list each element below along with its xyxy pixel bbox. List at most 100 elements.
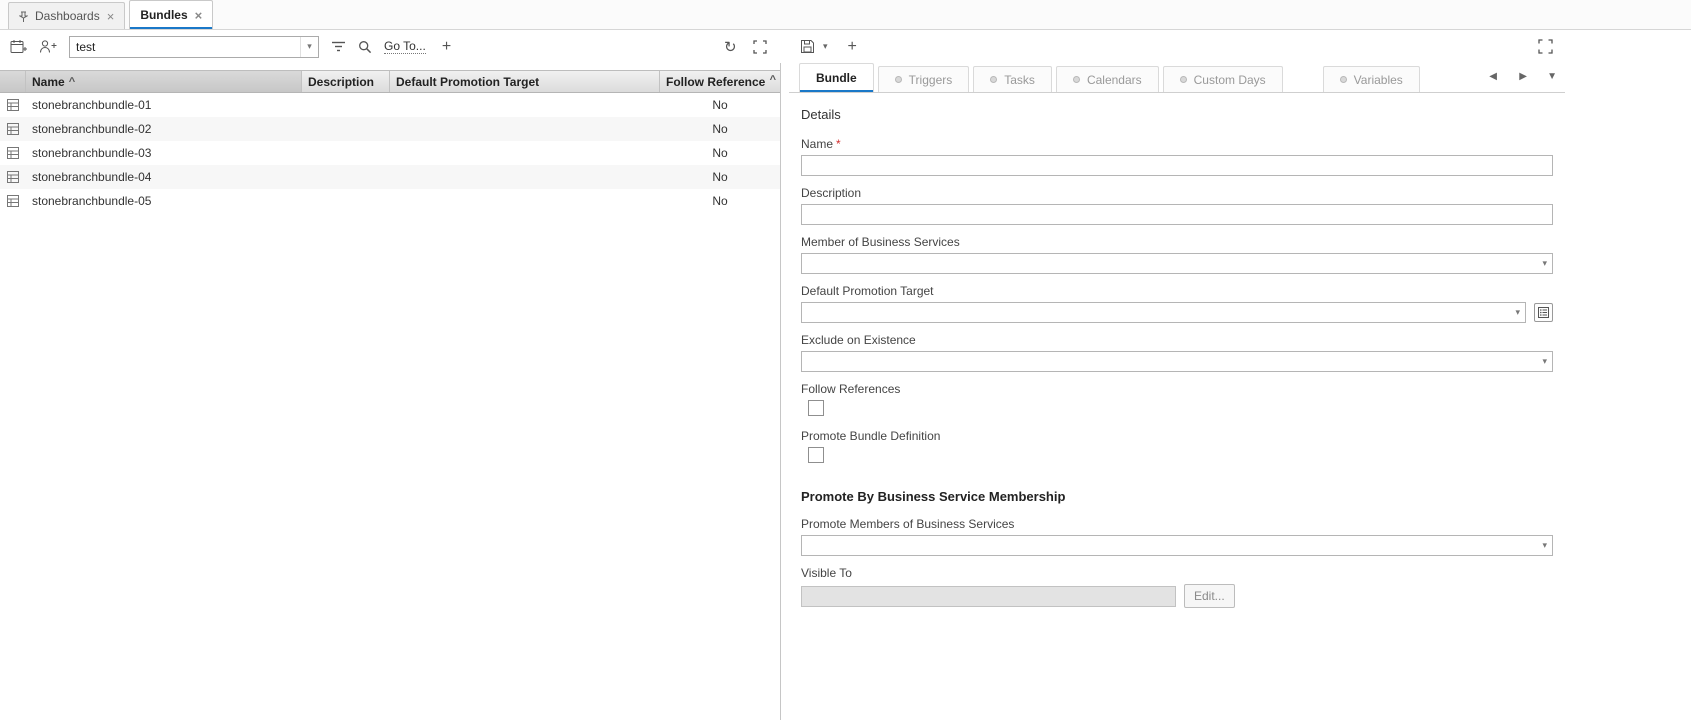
details-section-title: Details [801, 107, 1553, 122]
add-filter-icon[interactable]: + [438, 38, 455, 56]
tab-dashboards-label: Dashboards [35, 9, 100, 23]
tab-list-dropdown-icon[interactable]: ▼ [1547, 71, 1557, 82]
bundle-record-icon [0, 123, 26, 135]
follow-references-field-group: Follow References [801, 382, 1553, 416]
fullscreen-icon[interactable] [1538, 39, 1553, 54]
list-refresh-group: ↻ [724, 30, 767, 63]
tab-scroll-left-icon[interactable]: ◀ [1489, 71, 1497, 82]
add-icon[interactable]: + [844, 38, 861, 56]
cell-name: stonebranchbundle-03 [26, 146, 302, 160]
close-icon[interactable]: × [107, 10, 115, 23]
chevron-down-icon: ▾ [1542, 356, 1547, 367]
visible-to-label: Visible To [801, 566, 1553, 580]
column-header-description[interactable]: Description [302, 71, 390, 92]
table-row[interactable]: stonebranchbundle-01 No [0, 93, 780, 117]
name-input[interactable] [801, 155, 1553, 176]
expand-icon[interactable] [753, 40, 767, 54]
save-icon[interactable] [800, 39, 815, 54]
application-window: Dashboards × Bundles × test ▾ [0, 0, 1691, 720]
tab-calendars[interactable]: Calendars [1056, 66, 1159, 92]
table-row[interactable]: stonebranchbundle-02 No [0, 117, 780, 141]
description-input[interactable] [801, 204, 1553, 225]
cell-name: stonebranchbundle-01 [26, 98, 302, 112]
bundle-record-icon [0, 171, 26, 183]
promote-bundle-definition-label: Promote Bundle Definition [801, 429, 1553, 443]
exclude-on-existence-label: Exclude on Existence [801, 333, 1553, 347]
cell-name: stonebranchbundle-05 [26, 194, 302, 208]
tab-dashboards[interactable]: Dashboards × [8, 2, 125, 29]
saved-filter-select[interactable]: test ▾ [69, 36, 319, 58]
detail-maximize-group [1538, 30, 1553, 63]
go-to-link[interactable]: Go To... [384, 39, 426, 54]
chevron-down-icon[interactable]: ▾ [300, 37, 318, 57]
column-header-follow-reference[interactable]: Follow Reference [660, 71, 780, 92]
tab-bundles[interactable]: Bundles × [129, 0, 213, 29]
member-business-services-select[interactable]: ▾ [801, 253, 1553, 274]
promote-section-title: Promote By Business Service Membership [801, 489, 1553, 504]
default-promotion-target-label: Default Promotion Target [801, 284, 1553, 298]
tab-tasks[interactable]: Tasks [973, 66, 1052, 92]
cell-name: stonebranchbundle-02 [26, 122, 302, 136]
promote-members-label: Promote Members of Business Services [801, 517, 1553, 531]
exclude-on-existence-field-group: Exclude on Existence ▾ [801, 333, 1553, 372]
bundles-list-pane: Name ^ Description Default Promotion Tar… [0, 63, 781, 720]
column-header-default-promotion-target[interactable]: Default Promotion Target [390, 71, 660, 92]
detail-form: Details Name* Description Member of Busi… [789, 93, 1565, 608]
required-marker: * [836, 137, 841, 151]
toolbar: test ▾ Go To... + ↻ ▾ + [0, 30, 1691, 63]
exclude-on-existence-select[interactable]: ▾ [801, 351, 1553, 372]
tab-bundle[interactable]: Bundle [799, 63, 874, 92]
cell-name: stonebranchbundle-04 [26, 170, 302, 184]
cell-follow-reference: No [660, 98, 780, 112]
close-icon[interactable]: × [195, 9, 203, 22]
name-field-group: Name* [801, 137, 1553, 176]
add-user-icon[interactable] [39, 39, 57, 54]
member-business-services-field-group: Member of Business Services ▾ [801, 235, 1553, 274]
chevron-down-icon: ▾ [1515, 307, 1520, 318]
promote-bundle-definition-field-group: Promote Bundle Definition [801, 429, 1553, 463]
tab-scroll-right-icon[interactable]: ▶ [1519, 71, 1527, 82]
tab-triggers[interactable]: Triggers [878, 66, 970, 92]
tab-bundles-label: Bundles [140, 8, 187, 22]
visible-to-value [801, 586, 1176, 607]
search-icon [358, 40, 372, 54]
status-dot-icon [990, 76, 997, 83]
chevron-down-icon: ▾ [1542, 258, 1547, 269]
promote-members-select[interactable]: ▾ [801, 535, 1553, 556]
description-field-group: Description [801, 186, 1553, 225]
list-body: stonebranchbundle-01 No stonebranchbundl… [0, 93, 780, 213]
visible-to-edit-button[interactable]: Edit... [1184, 584, 1235, 608]
refresh-icon[interactable]: ↻ [724, 38, 737, 56]
promote-members-field-group: Promote Members of Business Services ▾ [801, 517, 1553, 556]
tab-custom-days[interactable]: Custom Days [1163, 66, 1283, 92]
promote-bundle-definition-checkbox[interactable] [808, 447, 824, 463]
pin-icon[interactable] [19, 11, 28, 22]
cell-follow-reference: No [660, 146, 780, 160]
tab-variables[interactable]: Variables [1323, 66, 1420, 92]
cell-follow-reference: No [660, 170, 780, 184]
table-row[interactable]: stonebranchbundle-03 No [0, 141, 780, 165]
list-header: Name ^ Description Default Promotion Tar… [0, 70, 780, 93]
cell-follow-reference: No [660, 122, 780, 136]
default-promotion-target-field-group: Default Promotion Target ▾ [801, 284, 1553, 323]
table-row[interactable]: stonebranchbundle-04 No [0, 165, 780, 189]
column-header-icon[interactable] [0, 71, 26, 92]
filter-icon[interactable] [331, 40, 346, 53]
follow-references-checkbox[interactable] [808, 400, 824, 416]
column-header-name[interactable]: Name ^ [26, 71, 302, 92]
table-row[interactable]: stonebranchbundle-05 No [0, 189, 780, 213]
new-bundle-icon[interactable] [10, 39, 27, 55]
detail-tab-bar: Bundle Triggers Tasks Calendars Custom D… [789, 63, 1565, 93]
status-dot-icon [1340, 76, 1347, 83]
status-dot-icon [895, 76, 902, 83]
bundle-record-icon [0, 195, 26, 207]
visible-to-field-group: Visible To Edit... [801, 566, 1553, 608]
promotion-target-picker-icon[interactable] [1534, 303, 1553, 322]
status-dot-icon [1073, 76, 1080, 83]
default-promotion-target-select[interactable]: ▾ [801, 302, 1526, 323]
chevron-down-icon: ▾ [1542, 540, 1547, 551]
bundle-record-icon [0, 147, 26, 159]
cell-follow-reference: No [660, 194, 780, 208]
header-corner-sort-icon[interactable]: ^ [770, 74, 776, 86]
chevron-down-icon[interactable]: ▾ [823, 41, 828, 52]
